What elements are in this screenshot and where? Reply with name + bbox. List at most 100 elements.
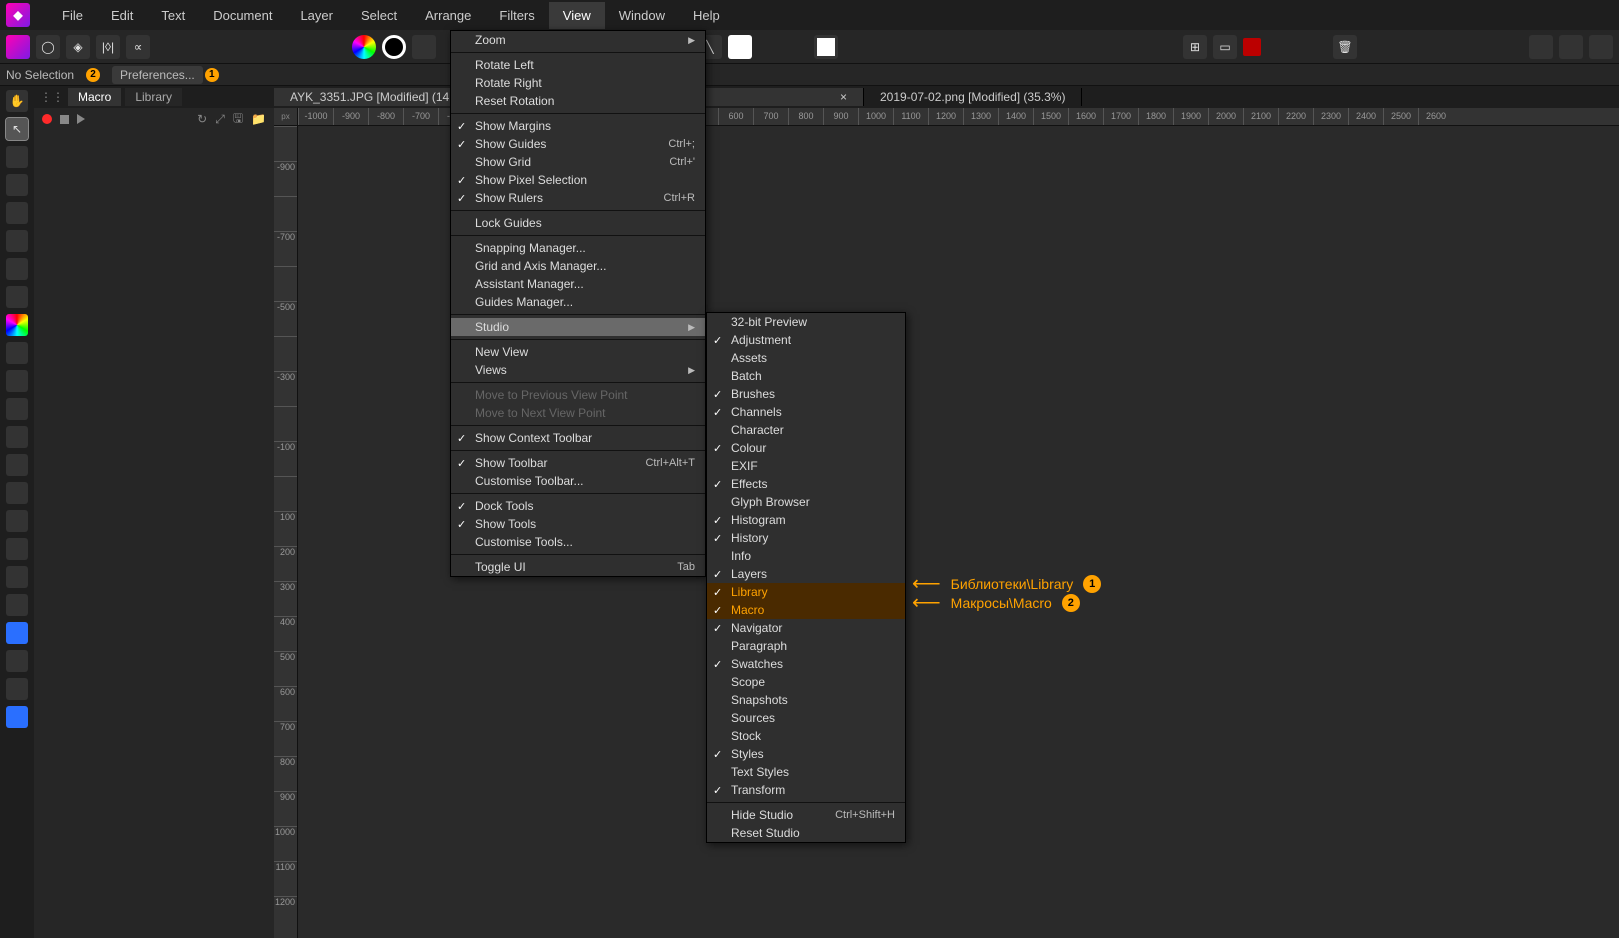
tool-btn[interactable] (412, 35, 436, 59)
studio-item-assets[interactable]: Assets (707, 349, 905, 367)
blur-tool[interactable] (6, 454, 28, 476)
menu-file[interactable]: File (48, 2, 97, 29)
menu-item-show-toolbar[interactable]: ✓Show ToolbarCtrl+Alt+T (451, 454, 705, 472)
menu-item-show-margins[interactable]: ✓Show Margins (451, 117, 705, 135)
menu-item-snapping-manager-[interactable]: Snapping Manager... (451, 239, 705, 257)
menu-item-show-pixel-selection[interactable]: ✓Show Pixel Selection (451, 171, 705, 189)
tool-btn[interactable] (814, 35, 838, 59)
gradient-tool[interactable] (6, 314, 28, 336)
mesh-tool[interactable] (6, 650, 28, 672)
save-icon[interactable]: 🖫 (233, 109, 243, 130)
studio-item-exif[interactable]: EXIF (707, 457, 905, 475)
studio-item-histogram[interactable]: ✓Histogram (707, 511, 905, 529)
studio-item-adjustment[interactable]: ✓Adjustment (707, 331, 905, 349)
studio-item-info[interactable]: Info (707, 547, 905, 565)
menu-item-show-guides[interactable]: ✓Show GuidesCtrl+; (451, 135, 705, 153)
text-tool[interactable] (6, 594, 28, 616)
grid-icon[interactable]: ⊞ (1183, 35, 1207, 59)
studio-item-transform[interactable]: ✓Transform (707, 781, 905, 799)
record-button[interactable] (42, 114, 52, 124)
marquee-tool[interactable] (6, 258, 28, 280)
hand-tool[interactable]: ✋ (6, 90, 28, 112)
studio-item-snapshots[interactable]: Snapshots (707, 691, 905, 709)
studio-item-swatches[interactable]: ✓Swatches (707, 655, 905, 673)
studio-item-channels[interactable]: ✓Channels (707, 403, 905, 421)
menu-help[interactable]: Help (679, 2, 734, 29)
preferences-button[interactable]: Preferences... (112, 66, 203, 84)
paint-tool[interactable] (6, 342, 28, 364)
menu-item-guides-manager-[interactable]: Guides Manager... (451, 293, 705, 311)
studio-item-scope[interactable]: Scope (707, 673, 905, 691)
tool-btn[interactable]: |◊| (96, 35, 120, 59)
pen-tool[interactable] (6, 510, 28, 532)
menu-arrange[interactable]: Arrange (411, 2, 485, 29)
trash-icon[interactable]: 🗑 (1333, 35, 1357, 59)
menu-text[interactable]: Text (147, 2, 199, 29)
menu-item-lock-guides[interactable]: Lock Guides (451, 214, 705, 232)
flood-tool[interactable] (6, 286, 28, 308)
tool-btn[interactable] (1529, 35, 1553, 59)
snap-icon[interactable] (1243, 38, 1261, 56)
view-tool[interactable] (6, 678, 28, 700)
node-tool[interactable] (6, 538, 28, 560)
studio-item-colour[interactable]: ✓Colour (707, 439, 905, 457)
studio-item-paragraph[interactable]: Paragraph (707, 637, 905, 655)
studio-item-library[interactable]: ✓Library (707, 583, 905, 601)
brush-tool[interactable] (6, 202, 28, 224)
retouch-tool[interactable] (6, 482, 28, 504)
tab-macro[interactable]: Macro (68, 88, 121, 106)
tool-btn[interactable] (1589, 35, 1613, 59)
crop-tool[interactable] (6, 174, 28, 196)
menu-item-customise-tools-[interactable]: Customise Tools... (451, 533, 705, 551)
menu-window[interactable]: Window (605, 2, 679, 29)
menu-item-grid-and-axis-manager-[interactable]: Grid and Axis Manager... (451, 257, 705, 275)
move-tool[interactable]: ↖ (6, 118, 28, 140)
studio-item-navigator[interactable]: ✓Navigator (707, 619, 905, 637)
menu-document[interactable]: Document (199, 2, 286, 29)
dodge-tool[interactable] (6, 426, 28, 448)
menu-item-rotate-left[interactable]: Rotate Left (451, 56, 705, 74)
tab-library[interactable]: Library (125, 88, 182, 106)
studio-item-batch[interactable]: Batch (707, 367, 905, 385)
menu-select[interactable]: Select (347, 2, 411, 29)
tool-btn[interactable]: ▭ (1213, 35, 1237, 59)
tool-btn[interactable] (728, 35, 752, 59)
menu-item-new-view[interactable]: New View (451, 343, 705, 361)
menu-view[interactable]: View (549, 2, 605, 29)
erase-tool[interactable] (6, 370, 28, 392)
studio-item-styles[interactable]: ✓Styles (707, 745, 905, 763)
menu-item-views[interactable]: Views▶ (451, 361, 705, 379)
menu-item-zoom[interactable]: Zoom▶ (451, 31, 705, 49)
studio-item-brushes[interactable]: ✓Brushes (707, 385, 905, 403)
tool-btn[interactable]: ∝ (126, 35, 150, 59)
clone-tool[interactable] (6, 398, 28, 420)
studio-item-macro[interactable]: ✓Macro (707, 601, 905, 619)
studio-item-reset-studio[interactable]: Reset Studio (707, 824, 905, 842)
menu-item-show-context-toolbar[interactable]: ✓Show Context Toolbar (451, 429, 705, 447)
studio-item-layers[interactable]: ✓Layers (707, 565, 905, 583)
rectangle-tool[interactable] (6, 622, 28, 644)
studio-item-character[interactable]: Character (707, 421, 905, 439)
studio-item-text-styles[interactable]: Text Styles (707, 763, 905, 781)
persona-icon[interactable] (6, 35, 30, 59)
studio-item-history[interactable]: ✓History (707, 529, 905, 547)
close-icon[interactable]: × (840, 90, 847, 104)
zoom-tool[interactable] (6, 706, 28, 728)
menu-item-studio[interactable]: Studio▶ (451, 318, 705, 336)
folder-icon[interactable]: 📁 (251, 112, 266, 126)
menu-item-show-tools[interactable]: ✓Show Tools (451, 515, 705, 533)
menu-item-dock-tools[interactable]: ✓Dock Tools (451, 497, 705, 515)
tool-btn[interactable]: ◈ (66, 35, 90, 59)
tool-btn[interactable] (1559, 35, 1583, 59)
color-wheel-icon[interactable] (352, 35, 376, 59)
studio-item-32-bit-preview[interactable]: 32-bit Preview (707, 313, 905, 331)
wand-tool[interactable] (6, 230, 28, 252)
menu-item-reset-rotation[interactable]: Reset Rotation (451, 92, 705, 110)
menu-edit[interactable]: Edit (97, 2, 147, 29)
studio-item-effects[interactable]: ✓Effects (707, 475, 905, 493)
bw-icon[interactable] (382, 35, 406, 59)
studio-item-glyph-browser[interactable]: Glyph Browser (707, 493, 905, 511)
document-tab[interactable]: 2019-07-02.png [Modified] (35.3%) (864, 88, 1082, 106)
menu-layer[interactable]: Layer (286, 2, 347, 29)
expand-icon[interactable]: ⤢ (215, 112, 225, 127)
